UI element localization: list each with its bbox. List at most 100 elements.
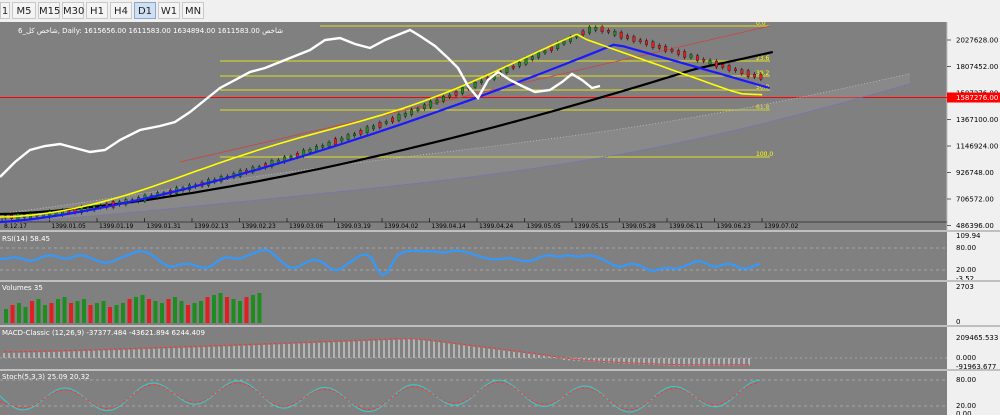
macd-label: MACD-Classic (12,26,9) -37377.484 -43621… (2, 329, 205, 337)
candle-body (607, 30, 610, 33)
volume-bar (43, 305, 47, 323)
timeframe-button-m5[interactable]: M5 (12, 2, 36, 19)
price-tick-label: 706572.00 (956, 196, 994, 204)
candle-body (537, 52, 541, 58)
timeframe-button-mn[interactable]: MN (182, 2, 204, 19)
candle-body (638, 39, 642, 43)
candle-body (384, 121, 388, 124)
chart-window[interactable]: 2027628.00 1807452.00 1587276.00 1367100.00… (0, 22, 1000, 415)
price-tick-label: 926748.00 (956, 169, 994, 177)
candle-body (518, 62, 521, 67)
date-tick-label: 1399.05.15 (574, 223, 609, 230)
candle-body (461, 87, 464, 94)
candle-body (530, 56, 534, 60)
candle-body (626, 35, 629, 39)
date-tick-label: 1399.01.05 (52, 223, 87, 230)
candle-body (696, 55, 699, 61)
volume-bar (114, 305, 119, 323)
candle-body (346, 134, 350, 140)
rsi-tick-label: 109.94 (956, 232, 981, 240)
volume-bar (75, 301, 80, 323)
rsi-pane[interactable] (0, 232, 947, 280)
candle-body (702, 59, 706, 62)
candle-body (511, 66, 515, 69)
timeframe-button-m30[interactable]: M30 (62, 2, 84, 19)
stoch-tick-label: 0.00 (956, 410, 972, 415)
date-tick-label: 8.12.17 (4, 223, 27, 230)
price-tick-label: 1146924.00 (956, 143, 998, 151)
volume-bar (95, 303, 99, 323)
fibonacci-level-label: 0.0 (756, 22, 766, 27)
candle-body (505, 67, 509, 73)
fibonacci-level-label: 100.0 (756, 151, 773, 158)
date-tick-label: 1399.02.13 (194, 223, 229, 230)
candle-body (683, 51, 687, 58)
candle-body (715, 60, 718, 68)
volume-bar (218, 293, 223, 323)
macd-tick-label: 0.000 (956, 354, 976, 362)
candle-body (340, 137, 344, 142)
candle-body (651, 41, 655, 48)
volume-bar (4, 309, 8, 323)
candle-body (657, 45, 661, 49)
volume-bar (121, 303, 125, 323)
volume-bar (30, 301, 34, 323)
volume-bar (199, 301, 203, 323)
candle-body (753, 74, 756, 78)
candle-body (708, 59, 712, 65)
stoch-tick-label: 20.00 (956, 402, 976, 410)
stoch-label: Stoch(5,3,3) 25.09 20.32 (2, 373, 90, 381)
candle-body (435, 99, 439, 104)
candle-body (581, 30, 585, 36)
timeframe-button-d1[interactable]: D1 (134, 2, 156, 19)
timeframe-button-m15[interactable]: M15 (38, 2, 60, 19)
volume-bar (69, 303, 73, 323)
rsi-label: RSI(14) 58.45 (2, 235, 50, 243)
volume-bar (62, 297, 67, 323)
candle-body (321, 145, 325, 148)
fibonacci-level-label: 38.2 (756, 70, 770, 77)
volume-bar (205, 297, 210, 323)
candle-body (594, 27, 598, 31)
candle-body (543, 50, 547, 54)
candle-body (727, 65, 731, 71)
timeframe-button-w1[interactable]: W1 (158, 2, 180, 19)
timeframe-button-1[interactable]: 1 (0, 2, 10, 19)
volume-bar (147, 299, 151, 323)
volume-bar (56, 299, 60, 323)
candle-body (600, 26, 604, 32)
stoch-pane[interactable] (0, 371, 947, 415)
date-tick-label: 1399.01.19 (99, 223, 134, 230)
candle-body (588, 26, 591, 34)
date-tick-label: 1399.07.02 (764, 223, 799, 230)
candle-body (676, 50, 680, 55)
candle-body (721, 64, 725, 68)
volume-bar (82, 299, 86, 323)
volume-bar (166, 299, 171, 323)
candle-body (372, 125, 375, 130)
candle-body (429, 101, 433, 108)
volume-bar (127, 299, 132, 323)
candle-body (416, 108, 420, 111)
candle-body (403, 113, 407, 117)
candle-body (549, 46, 553, 51)
candle-body (67, 210, 71, 213)
stoch-tick-label: 80.00 (956, 376, 976, 384)
candle-body (746, 70, 750, 77)
candle-body (734, 68, 737, 72)
pane-separator (0, 369, 1000, 371)
volume-bar (134, 297, 138, 323)
candle-body (441, 96, 445, 102)
date-tick-label: 1399.02.23 (242, 223, 277, 230)
candle-body (473, 82, 477, 88)
volume-bar (238, 301, 242, 323)
candle-body (740, 69, 744, 74)
date-tick-label: 1399.01.31 (147, 223, 182, 230)
pane-separator (0, 280, 1000, 282)
price-tick-label: 1807452.00 (956, 63, 998, 71)
candle-body (619, 31, 623, 39)
macd-tick-label: 209465.533 (956, 334, 998, 342)
timeframe-button-h1[interactable]: H1 (86, 2, 108, 19)
timeframe-button-h4[interactable]: H4 (110, 2, 132, 19)
candle-body (613, 30, 617, 36)
